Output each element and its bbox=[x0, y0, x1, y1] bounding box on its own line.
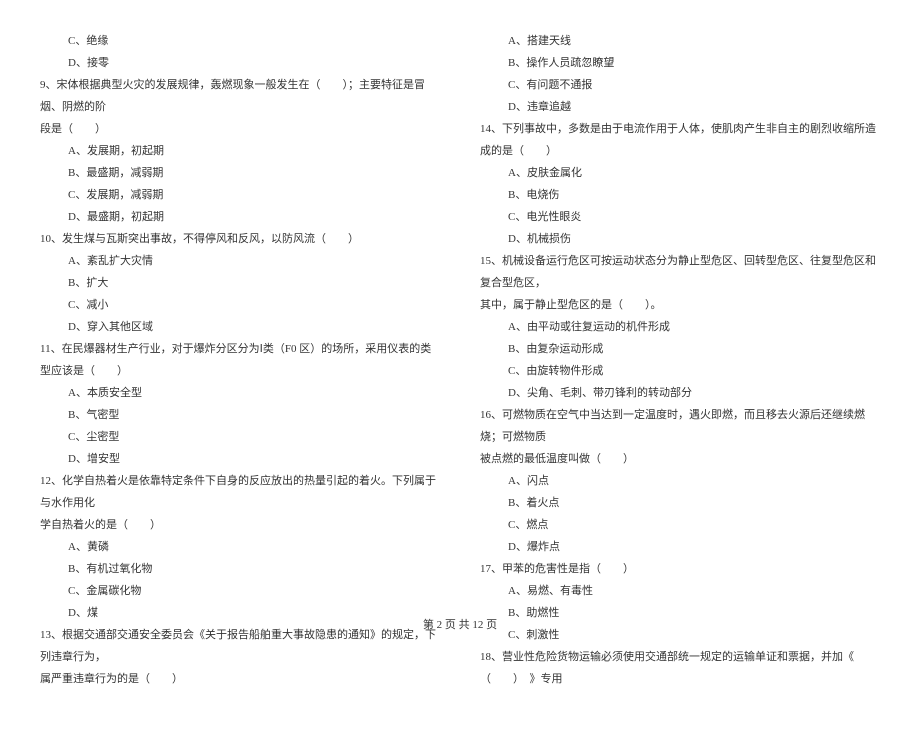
q13-option-a: A、搭建天线 bbox=[480, 30, 880, 52]
q18-stem: 18、营业性危险货物运输必须使用交通部统一规定的运输单证和票据，并加《 （ ） … bbox=[480, 646, 880, 690]
q13-option-b: B、操作人员疏忽瞭望 bbox=[480, 52, 880, 74]
page-footer: 第 2 页 共 12 页 bbox=[0, 616, 920, 632]
q17-option-a: A、易燃、有毒性 bbox=[480, 580, 880, 602]
q15-stem-cont: 其中，属于静止型危区的是（ ）。 bbox=[480, 294, 880, 316]
q14-option-c: C、电光性眼炎 bbox=[480, 206, 880, 228]
q16-option-a: A、闪点 bbox=[480, 470, 880, 492]
q10-option-b: B、扩大 bbox=[40, 272, 440, 294]
q15-option-b: B、由复杂运动形成 bbox=[480, 338, 880, 360]
q17-stem: 17、甲苯的危害性是指（ ） bbox=[480, 558, 880, 580]
q12-option-c: C、金属碳化物 bbox=[40, 580, 440, 602]
q11-option-a: A、本质安全型 bbox=[40, 382, 440, 404]
q15-option-c: C、由旋转物件形成 bbox=[480, 360, 880, 382]
q13-option-c: C、有问题不通报 bbox=[480, 74, 880, 96]
q12-stem-cont: 学自热着火的是（ ） bbox=[40, 514, 440, 536]
q10-stem: 10、发生煤与瓦斯突出事故，不得停风和反风，以防风流（ ） bbox=[40, 228, 440, 250]
q14-option-b: B、电烧伤 bbox=[480, 184, 880, 206]
q16-option-c: C、燃点 bbox=[480, 514, 880, 536]
q9-option-a: A、发展期，初起期 bbox=[40, 140, 440, 162]
q11-stem: 11、在民爆器材生产行业，对于爆炸分区分为Ⅰ类（F0 区）的场所，采用仪表的类型… bbox=[40, 338, 440, 382]
q11-option-c: C、尘密型 bbox=[40, 426, 440, 448]
q11-option-d: D、增安型 bbox=[40, 448, 440, 470]
q15-option-a: A、由平动或往复运动的机件形成 bbox=[480, 316, 880, 338]
q12-stem: 12、化学自热着火是依靠特定条件下自身的反应放出的热量引起的着火。下列属于与水作… bbox=[40, 470, 440, 514]
q13-option-d: D、违章追越 bbox=[480, 96, 880, 118]
q10-option-d: D、穿入其他区域 bbox=[40, 316, 440, 338]
q15-option-d: D、尖角、毛刺、带刃锋利的转动部分 bbox=[480, 382, 880, 404]
q12-option-b: B、有机过氧化物 bbox=[40, 558, 440, 580]
q16-option-b: B、着火点 bbox=[480, 492, 880, 514]
q16-option-d: D、爆炸点 bbox=[480, 536, 880, 558]
q9-option-b: B、最盛期，减弱期 bbox=[40, 162, 440, 184]
left-column: C、绝缘 D、接零 9、宋体根据典型火灾的发展规律，轰燃现象一般发生在（ ）；主… bbox=[40, 30, 440, 690]
q8-option-d: D、接零 bbox=[40, 52, 440, 74]
q15-stem: 15、机械设备运行危区可按运动状态分为静止型危区、回转型危区、往复型危区和复合型… bbox=[480, 250, 880, 294]
q8-option-c: C、绝缘 bbox=[40, 30, 440, 52]
q16-stem-cont: 被点燃的最低温度叫做（ ） bbox=[480, 448, 880, 470]
q9-stem-cont: 段是（ ） bbox=[40, 118, 440, 140]
q12-option-a: A、黄磷 bbox=[40, 536, 440, 558]
q10-option-c: C、减小 bbox=[40, 294, 440, 316]
q9-option-d: D、最盛期，初起期 bbox=[40, 206, 440, 228]
q14-option-d: D、机械损伤 bbox=[480, 228, 880, 250]
q13-stem-cont: 属严重违章行为的是（ ） bbox=[40, 668, 440, 690]
right-column: A、搭建天线 B、操作人员疏忽瞭望 C、有问题不通报 D、违章追越 14、下列事… bbox=[480, 30, 880, 690]
q10-option-a: A、紊乱扩大灾情 bbox=[40, 250, 440, 272]
q14-stem: 14、下列事故中，多数是由于电流作用于人体，使肌肉产生非自主的剧烈收缩所造成的是… bbox=[480, 118, 880, 162]
q11-option-b: B、气密型 bbox=[40, 404, 440, 426]
q9-stem: 9、宋体根据典型火灾的发展规律，轰燃现象一般发生在（ ）；主要特征是冒烟、阴燃的… bbox=[40, 74, 440, 118]
q16-stem: 16、可燃物质在空气中当达到一定温度时，遇火即燃，而且移去火源后还继续燃烧；可燃… bbox=[480, 404, 880, 448]
q9-option-c: C、发展期，减弱期 bbox=[40, 184, 440, 206]
q14-option-a: A、皮肤金属化 bbox=[480, 162, 880, 184]
